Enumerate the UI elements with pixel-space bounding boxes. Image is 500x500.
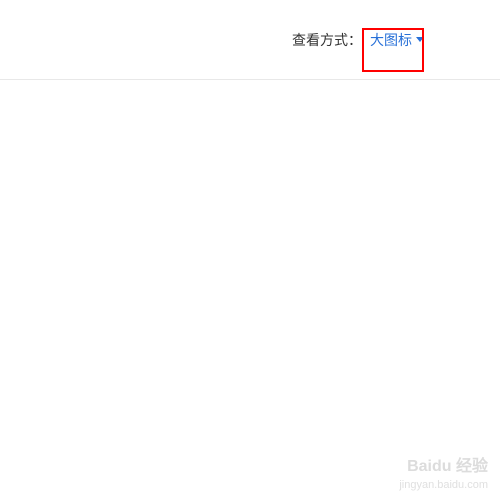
view-mode-dropdown[interactable]: 大图标 [366, 28, 428, 52]
watermark: Baidu 经验 jingyan.baidu.com [399, 457, 488, 492]
content-area [0, 80, 500, 500]
chevron-down-icon [416, 37, 424, 42]
view-mode-value: 大图标 [370, 30, 412, 50]
view-mode-label: 查看方式： [292, 30, 362, 50]
watermark-url: jingyan.baidu.com [399, 478, 488, 492]
watermark-brand: Baidu 经验 [399, 457, 488, 478]
toolbar: 查看方式： 大图标 [0, 0, 500, 80]
